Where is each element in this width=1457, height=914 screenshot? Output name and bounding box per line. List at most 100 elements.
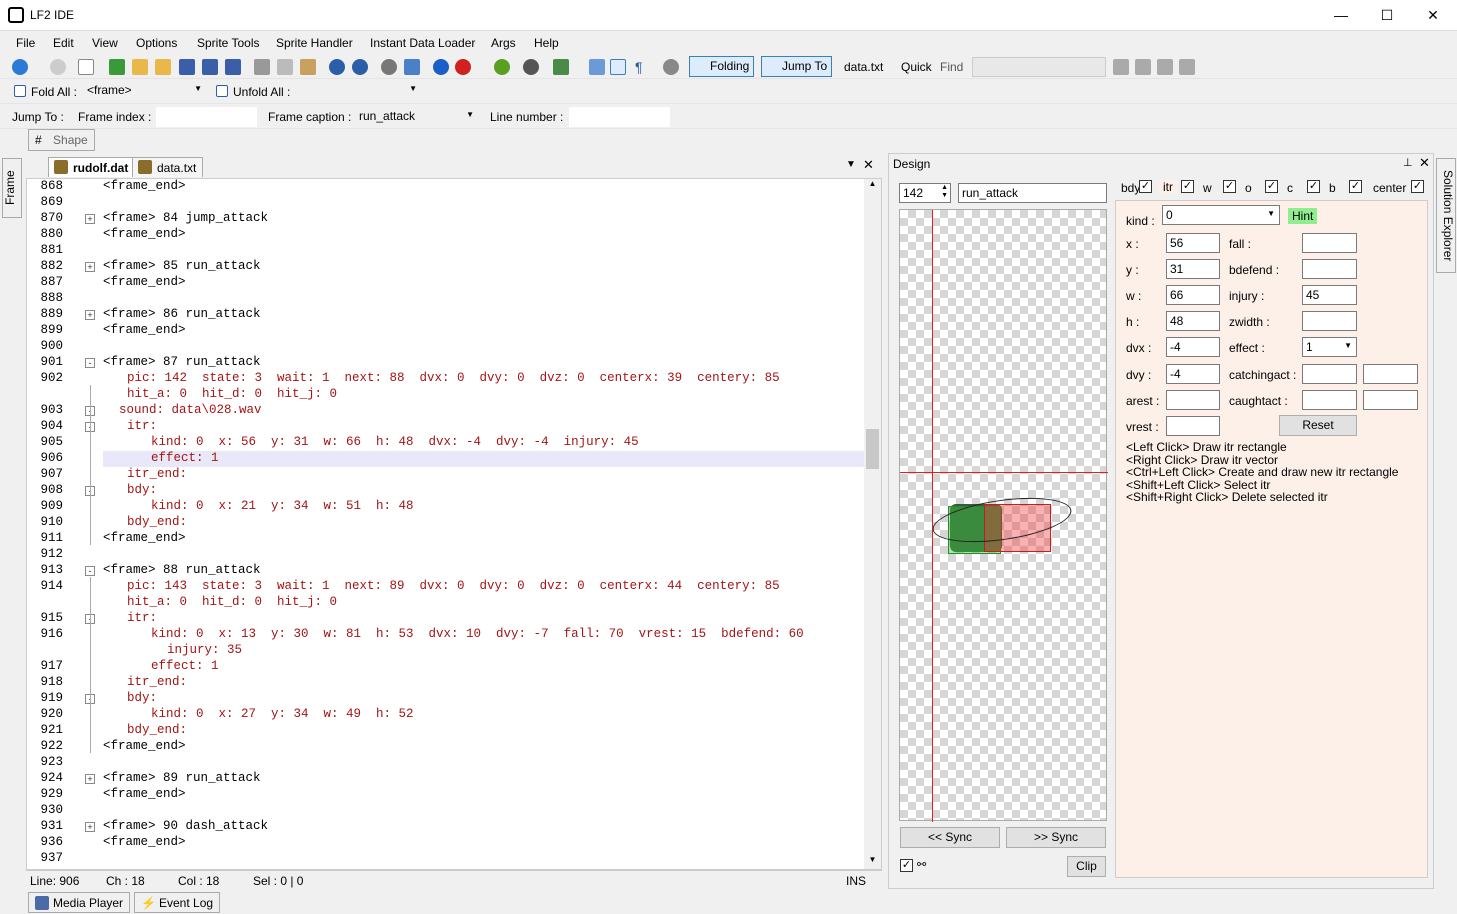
cut-icon[interactable]	[254, 59, 270, 75]
reset-button[interactable]: Reset	[1279, 415, 1357, 436]
hint-badge[interactable]: Hint	[1288, 208, 1318, 224]
close-tab-icon[interactable]: ✕	[863, 157, 874, 173]
field-input[interactable]	[1302, 390, 1357, 410]
scroll-thumb[interactable]	[866, 429, 879, 469]
mark-icon[interactable]	[1157, 59, 1173, 75]
green-action-icon[interactable]	[494, 59, 510, 75]
scroll-up-icon[interactable]: ▲	[864, 179, 881, 193]
menu-options[interactable]: Options	[136, 36, 177, 50]
save-as-icon[interactable]	[202, 59, 218, 75]
frame-caption-select[interactable]: run_attack ▼	[356, 107, 477, 127]
kind-select[interactable]: 0 ▼	[1162, 205, 1280, 225]
field-input-extra[interactable]	[1363, 390, 1418, 410]
field-input[interactable]	[1302, 311, 1357, 331]
expand-fold-icon[interactable]: +	[85, 822, 95, 832]
pilcrow-icon[interactable]: ¶	[635, 59, 651, 75]
field-input[interactable]: 48	[1166, 311, 1220, 331]
frame-side-tab[interactable]: Frame	[2, 158, 22, 218]
field-input[interactable]: 66	[1166, 285, 1220, 305]
unfold-all-icon[interactable]	[216, 85, 228, 97]
undo-icon[interactable]	[329, 59, 345, 75]
field-input[interactable]	[1302, 233, 1357, 253]
close-design-icon[interactable]: ✕	[1419, 155, 1430, 171]
fold-all-icon[interactable]	[14, 85, 26, 97]
menu-sprite-handler[interactable]: Sprite Handler	[276, 36, 353, 50]
menu-sprite-tools[interactable]: Sprite Tools	[197, 36, 259, 50]
expand-fold-icon[interactable]: +	[85, 310, 95, 320]
zoom-in-icon[interactable]	[553, 59, 569, 75]
tab-data-txt[interactable]: data.txt	[132, 157, 204, 177]
field-input[interactable]: 56	[1166, 233, 1220, 253]
field-input[interactable]	[1166, 416, 1220, 436]
menu-help[interactable]: Help	[534, 36, 559, 50]
forward-icon[interactable]	[50, 59, 66, 75]
close-button[interactable]: ✕	[1410, 0, 1456, 31]
replace-icon[interactable]	[404, 59, 420, 75]
solution-explorer-side-tab[interactable]: Solution Explorer	[1436, 158, 1456, 273]
fold-all-select[interactable]: <frame> ▼	[84, 81, 205, 101]
clear-find-icon[interactable]	[1179, 59, 1195, 75]
tab-media-player[interactable]: Media Player	[28, 892, 131, 913]
menu-instant-data-loader[interactable]: Instant Data Loader	[370, 36, 475, 50]
paste-icon[interactable]	[300, 59, 316, 75]
run-icon[interactable]	[433, 59, 449, 75]
new-file-icon[interactable]	[78, 59, 94, 75]
tab-center[interactable]: center	[1373, 181, 1406, 195]
expand-fold-icon[interactable]: +	[85, 214, 95, 224]
jump-to-button[interactable]: Jump To	[761, 56, 833, 77]
copy-icon[interactable]	[277, 59, 293, 75]
link-checkbox[interactable]: ✓	[900, 859, 913, 872]
folding-button[interactable]: Folding	[689, 56, 755, 77]
field-input[interactable]	[1302, 259, 1357, 279]
itr-checkbox[interactable]: ✓	[1181, 180, 1194, 193]
tab-c[interactable]: c	[1287, 181, 1293, 195]
zoom-out-icon[interactable]	[589, 59, 605, 75]
maximize-button[interactable]: ☐	[1364, 0, 1410, 31]
tab-list-chevron-icon[interactable]: ▼	[846, 159, 856, 170]
frame-number-spinner[interactable]: 142 ▲ ▼	[899, 183, 951, 203]
tab-itr[interactable]: itr	[1159, 180, 1177, 194]
field-input[interactable]: 45	[1302, 285, 1357, 305]
pin-icon[interactable]: ⊥	[1403, 156, 1413, 169]
save-all-icon[interactable]	[225, 59, 241, 75]
tab-bdy[interactable]: bdy	[1121, 181, 1140, 195]
open-folder-icon[interactable]	[132, 59, 148, 75]
field-input[interactable]: 1 ▼	[1302, 337, 1357, 357]
magnifier-icon[interactable]	[663, 59, 679, 75]
collapse-fold-icon[interactable]: -	[85, 566, 95, 576]
menu-edit[interactable]: Edit	[53, 36, 74, 50]
scroll-down-icon[interactable]: ▼	[864, 855, 881, 869]
open-icon[interactable]	[155, 59, 171, 75]
word-wrap-icon[interactable]	[610, 59, 626, 75]
c-checkbox[interactable]: ✓	[1307, 180, 1320, 193]
tab-event-log[interactable]: ⚡ Event Log	[134, 892, 221, 913]
sync-forward-button[interactable]: >> Sync	[1006, 827, 1106, 848]
shape-tab[interactable]: # Shape	[28, 129, 95, 151]
vertical-scrollbar[interactable]: ▲ ▼	[864, 179, 881, 869]
tab-o[interactable]: o	[1245, 181, 1252, 195]
sync-back-button[interactable]: << Sync	[900, 827, 1000, 848]
unfold-all-select[interactable]: ▼	[297, 81, 420, 101]
collapse-fold-icon[interactable]: -	[85, 358, 95, 368]
b-checkbox[interactable]: ✓	[1349, 180, 1362, 193]
sprite-canvas[interactable]	[899, 209, 1108, 822]
back-icon[interactable]	[12, 59, 28, 75]
field-input[interactable]	[1302, 364, 1357, 384]
settings-gear-icon[interactable]	[523, 59, 539, 75]
refresh-icon[interactable]	[109, 59, 125, 75]
menu-file[interactable]: File	[16, 36, 35, 50]
save-icon[interactable]	[179, 59, 195, 75]
center-checkbox[interactable]: ✓	[1411, 180, 1424, 193]
quick-find-input[interactable]	[972, 57, 1106, 77]
tab-b[interactable]: b	[1329, 181, 1336, 195]
field-input[interactable]: 31	[1166, 259, 1220, 279]
menu-view[interactable]: View	[92, 36, 118, 50]
frame-caption-input[interactable]: run_attack	[958, 183, 1107, 203]
clip-button[interactable]: Clip	[1067, 856, 1106, 877]
field-input[interactable]	[1166, 390, 1220, 410]
redo-icon[interactable]	[352, 59, 368, 75]
expand-fold-icon[interactable]: +	[85, 262, 95, 272]
field-input-extra[interactable]	[1363, 364, 1418, 384]
line-number-input[interactable]	[569, 107, 670, 127]
tab-rudolf-dat[interactable]: rudolf.dat	[48, 157, 136, 177]
